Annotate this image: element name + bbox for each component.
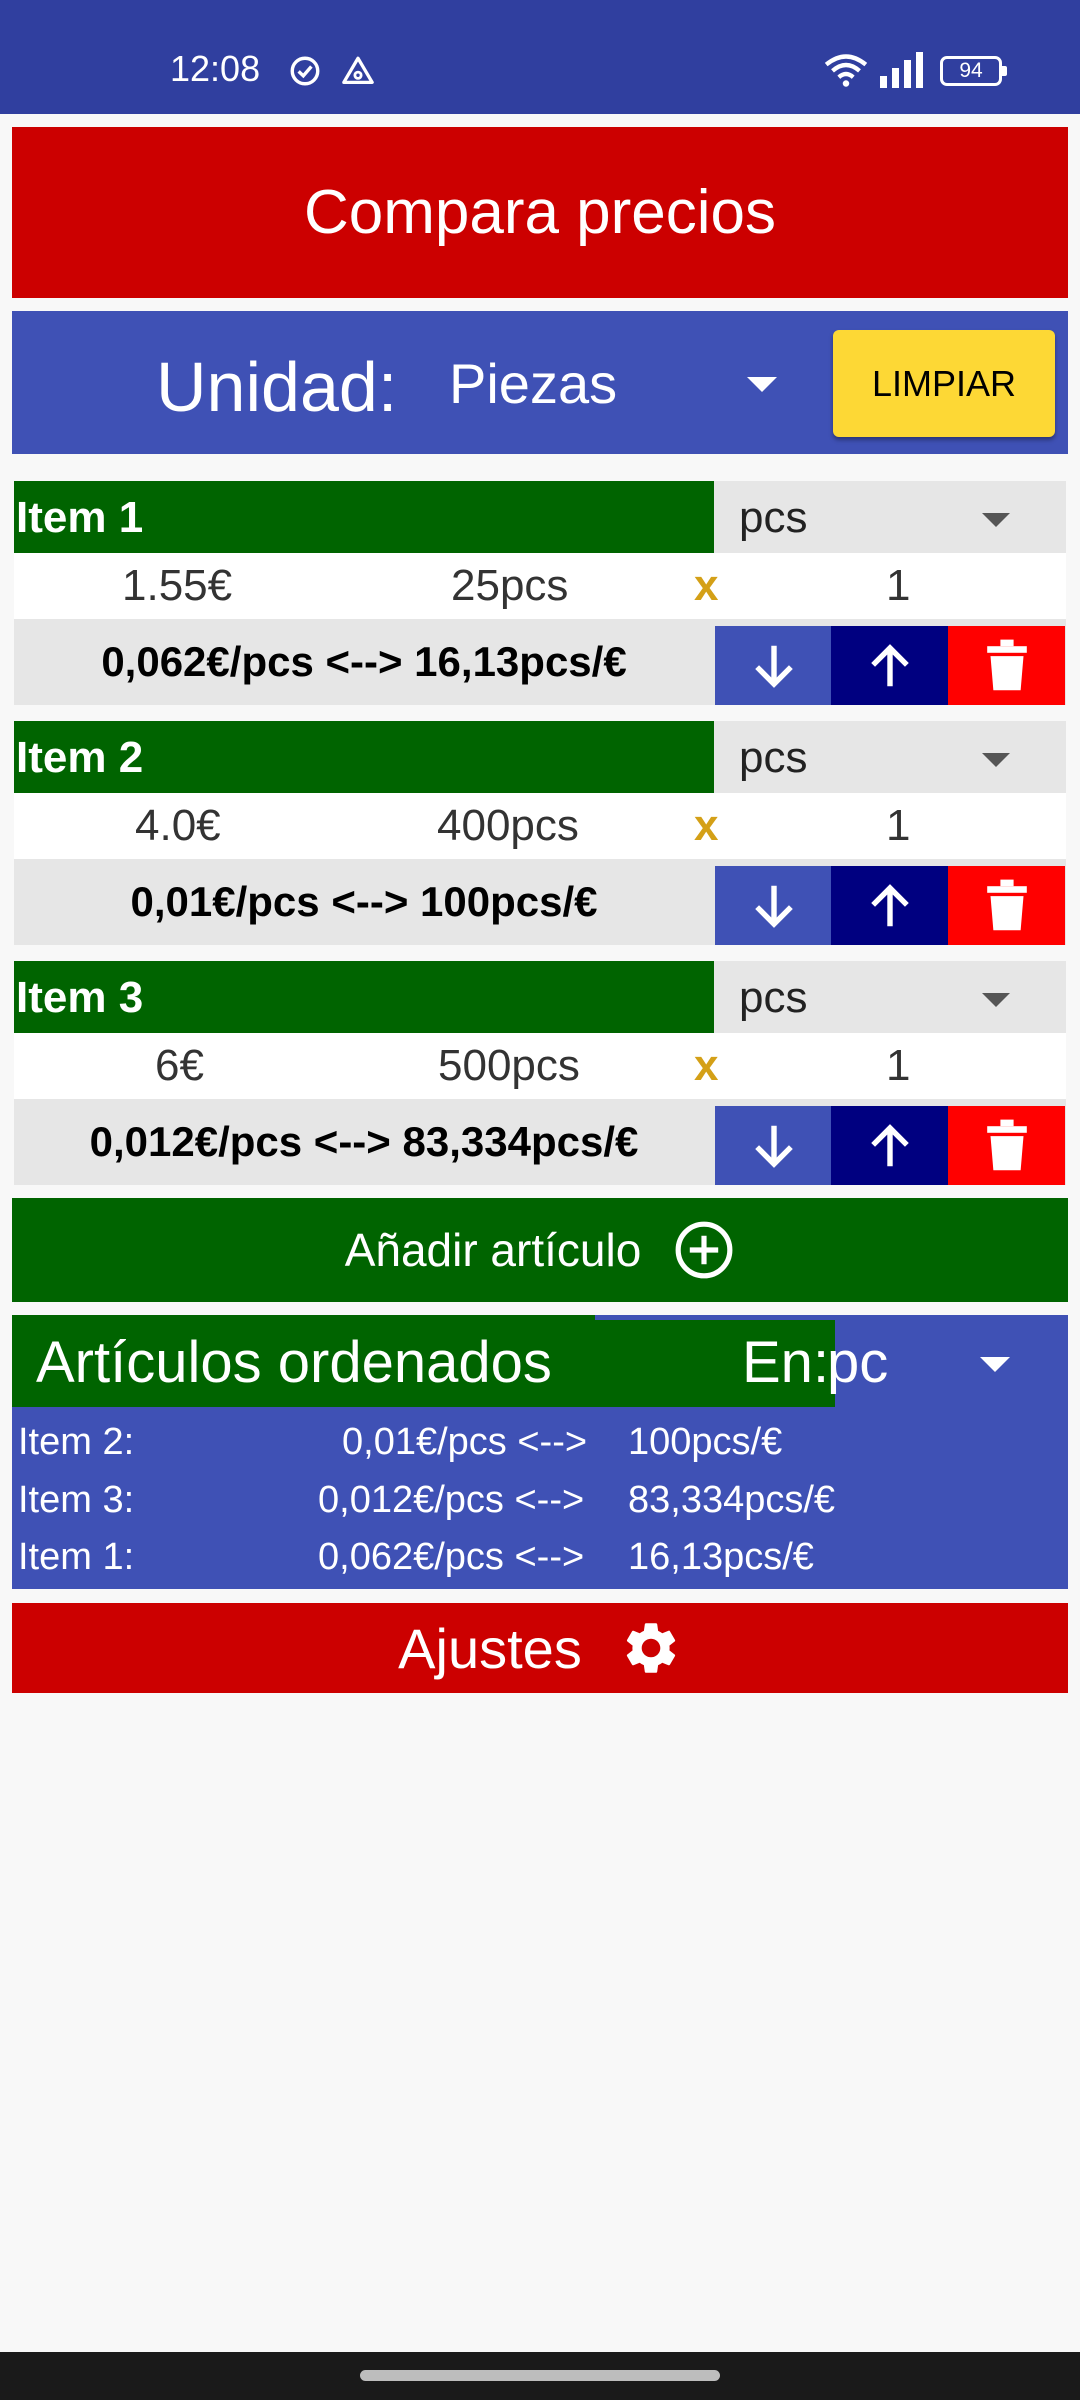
item-name[interactable]: Item 3 <box>14 961 714 1033</box>
multiply-sign: x <box>694 1041 719 1090</box>
quantity-field[interactable]: 25pcs <box>451 561 568 611</box>
dropdown-arrow-icon <box>982 993 1010 1007</box>
trash-icon <box>986 879 1027 930</box>
sorted-unit-dropdown[interactable]: pc <box>827 1329 888 1396</box>
item-unit-value: pcs <box>739 973 808 1022</box>
sorted-row: Item 2: 0,01€/pcs <--> 100pcs/€ <box>12 1421 1068 1477</box>
arrow-up-icon <box>870 643 909 686</box>
multiply-sign: x <box>694 801 719 850</box>
item-unit-dropdown[interactable]: pcs <box>714 481 1066 553</box>
arrow-up-icon <box>870 883 909 926</box>
move-down-button[interactable] <box>715 1106 832 1185</box>
quantity-field[interactable]: 400pcs <box>437 801 579 851</box>
item-result: 0,062€/pcs <--> 16,13pcs/€ <box>101 638 627 685</box>
status-time: 12:08 <box>170 48 261 89</box>
item-card: Item 3 pcs 6€ 500pcs x 1 0,012€/pcs <-->… <box>14 961 1066 1185</box>
triangle-alert-icon <box>342 56 374 84</box>
dropdown-arrow-icon[interactable] <box>980 1357 1010 1372</box>
dropdown-arrow-icon <box>982 513 1010 527</box>
delete-item-button[interactable] <box>948 626 1065 705</box>
add-item-button[interactable]: Añadir artículo <box>12 1198 1068 1302</box>
trash-icon <box>986 639 1027 690</box>
item-unit-value: pcs <box>739 493 808 542</box>
delete-item-button[interactable] <box>948 1106 1065 1185</box>
item-inputs-row: 6€ 500pcs x 1 <box>14 1033 1066 1099</box>
sorted-row: Item 3: 0,012€/pcs <--> 83,334pcs/€ <box>12 1479 1068 1535</box>
sorted-item-name: Item 2: <box>18 1421 135 1463</box>
check-circle-icon <box>290 56 320 86</box>
sorted-item-per-euro: 100pcs/€ <box>628 1421 783 1463</box>
sorted-item-per-unit: 0,012€/pcs <--> <box>318 1479 585 1521</box>
sorted-item-per-euro: 83,334pcs/€ <box>628 1479 836 1521</box>
unit-dropdown-value: Piezas <box>449 352 618 415</box>
unit-label: Unidad: <box>156 348 398 426</box>
sorted-item-name: Item 3: <box>18 1479 135 1521</box>
price-field[interactable]: 1.55€ <box>122 561 232 611</box>
unit-bar: Unidad: Piezas LIMPIAR <box>12 311 1068 454</box>
item-result: 0,012€/pcs <--> 83,334pcs/€ <box>89 1118 639 1165</box>
battery-icon: 94 <box>940 56 1007 86</box>
add-item-label: Añadir artículo <box>344 1224 642 1276</box>
signal-icon <box>880 52 923 88</box>
item-card: Item 1 pcs 1.55€ 25pcs x 1 0,062€/pcs <-… <box>14 481 1066 705</box>
dropdown-arrow-icon <box>747 377 777 392</box>
navigation-bar <box>0 2352 1080 2400</box>
multiply-sign: x <box>694 561 719 610</box>
battery-level: 94 <box>959 59 983 82</box>
sorted-articles-panel: Artículos ordenados En: pc Item 2: 0,01€… <box>12 1315 1068 1589</box>
trash-icon <box>986 1119 1027 1170</box>
sorted-item-per-unit: 0,062€/pcs <--> <box>318 1536 585 1578</box>
item-inputs-row: 1.55€ 25pcs x 1 <box>14 553 1066 619</box>
arrow-down-icon <box>754 645 793 688</box>
item-name[interactable]: Item 2 <box>14 721 714 793</box>
app-title: Compara precios <box>12 127 1068 298</box>
delete-item-button[interactable] <box>948 866 1065 945</box>
sorted-row: Item 1: 0,062€/pcs <--> 16,13pcs/€ <box>12 1536 1068 1592</box>
item-inputs-row: 4.0€ 400pcs x 1 <box>14 793 1066 859</box>
move-down-button[interactable] <box>715 626 832 705</box>
item-card: Item 2 pcs 4.0€ 400pcs x 1 0,01€/pcs <--… <box>14 721 1066 945</box>
dropdown-arrow-icon <box>982 753 1010 767</box>
sorted-item-per-unit: 0,01€/pcs <--> <box>342 1421 588 1463</box>
arrow-down-icon <box>754 885 793 928</box>
arrow-up-icon <box>870 1123 909 1166</box>
move-up-button[interactable] <box>831 1106 948 1185</box>
item-unit-value: pcs <box>739 733 808 782</box>
sorted-unit-label: En: <box>742 1330 830 1395</box>
move-down-button[interactable] <box>715 866 832 945</box>
item-unit-dropdown[interactable]: pcs <box>714 961 1066 1033</box>
multiplier-field[interactable]: 1 <box>886 561 910 611</box>
arrow-down-icon <box>754 1125 793 1168</box>
quantity-field[interactable]: 500pcs <box>438 1041 580 1091</box>
multiplier-field[interactable]: 1 <box>886 801 910 851</box>
settings-label: Ajustes <box>398 1616 582 1680</box>
status-bar: 12:08 94 <box>0 0 1080 114</box>
sorted-item-per-euro: 16,13pcs/€ <box>628 1536 814 1578</box>
gear-icon <box>626 1623 675 1673</box>
clear-button[interactable]: LIMPIAR <box>833 330 1055 437</box>
move-up-button[interactable] <box>831 866 948 945</box>
sorted-item-name: Item 1: <box>18 1536 135 1578</box>
item-unit-dropdown[interactable]: pcs <box>714 721 1066 793</box>
move-up-button[interactable] <box>831 626 948 705</box>
price-field[interactable]: 4.0€ <box>135 801 221 851</box>
item-name[interactable]: Item 1 <box>14 481 714 553</box>
multiplier-field[interactable]: 1 <box>886 1041 910 1091</box>
settings-button[interactable]: Ajustes <box>12 1603 1068 1693</box>
price-field[interactable]: 6€ <box>155 1041 204 1091</box>
wifi-icon <box>824 54 868 87</box>
item-result: 0,01€/pcs <--> 100pcs/€ <box>130 878 598 925</box>
home-gesture-handle[interactable] <box>360 2370 720 2381</box>
add-circle-icon <box>675 1221 733 1279</box>
unit-dropdown[interactable]: Piezas <box>449 351 789 421</box>
sorted-title: Artículos ordenados <box>36 1330 552 1395</box>
